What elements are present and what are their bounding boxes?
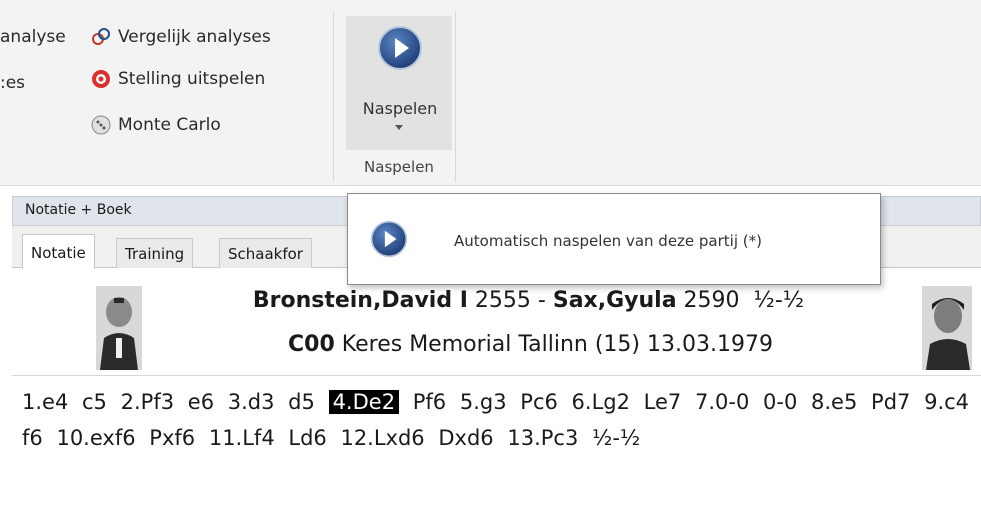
move-token[interactable]: Pf6	[413, 390, 446, 414]
game-result: ½-½	[753, 288, 805, 313]
naspelen-dropdown-tooltip: Automatisch naspelen van deze partij (*)	[347, 193, 881, 285]
black-player-elo: 2590	[683, 288, 740, 313]
game-header: Bronstein,David I 2555 - Sax,Gyula 2590 …	[12, 280, 981, 376]
tooltip-text: Automatisch naspelen van deze partij (*)	[454, 232, 762, 250]
ribbon-group-label: Naspelen	[364, 158, 434, 176]
compare-icon	[92, 28, 110, 45]
move-list: 1.e4 c5 2.Pf3 e6 3.d3 d5 4.De2 Pf6 5.g3 …	[22, 384, 977, 456]
move-token[interactable]: f6	[22, 426, 43, 450]
move-token[interactable]: 1.e4	[22, 390, 68, 414]
play-out-position-button[interactable]: Stelling uitspelen	[90, 64, 265, 94]
dice-icon	[91, 115, 111, 135]
move-token[interactable]: 13.Pc3	[507, 426, 578, 450]
move-token[interactable]: Dxd6	[438, 426, 493, 450]
move-token[interactable]: 2.Pf3	[121, 390, 174, 414]
analyse-item[interactable]: analyse	[0, 22, 66, 52]
tab-notatie[interactable]: Notatie	[22, 234, 95, 269]
move-token[interactable]: ½-½	[592, 426, 640, 450]
play-icon	[378, 26, 422, 70]
tab-training[interactable]: Training	[116, 238, 194, 268]
move-token[interactable]: 10.exf6	[56, 426, 135, 450]
move-token[interactable]: 6.Lg2	[572, 390, 630, 414]
move-token[interactable]: 11.Lf4	[209, 426, 275, 450]
naspelen-dropdown-button[interactable]: Naspelen	[346, 16, 452, 150]
move-token[interactable]: c5	[82, 390, 107, 414]
play-out-position-label: Stelling uitspelen	[118, 69, 266, 89]
naspelen-button-label: Naspelen	[362, 99, 438, 118]
move-token[interactable]: 3.d3	[228, 390, 275, 414]
move-token[interactable]: 9.c4	[924, 390, 969, 414]
play-icon	[370, 220, 408, 258]
move-token[interactable]: Pd7	[871, 390, 910, 414]
move-token[interactable]: 0-0	[763, 390, 797, 414]
white-player-elo: 2555	[474, 288, 531, 313]
black-player-name: Sax,Gyula	[552, 288, 677, 313]
target-play-icon	[92, 70, 110, 88]
ribbon-item-partial-label: :es	[0, 73, 26, 93]
compare-analyses-button[interactable]: Vergelijk analyses	[90, 22, 271, 52]
move-token[interactable]: d5	[288, 390, 315, 414]
white-player-name: Bronstein,David I	[252, 288, 468, 313]
move-token[interactable]: Pc6	[520, 390, 558, 414]
move-token[interactable]: 5.g3	[460, 390, 507, 414]
ribbon-group-divider	[333, 12, 334, 182]
current-move[interactable]: 4.De2	[328, 390, 400, 414]
monte-carlo-label: Monte Carlo	[118, 115, 221, 135]
ribbon-item-partial[interactable]: :es	[0, 68, 25, 98]
analyse-label: analyse	[0, 27, 66, 47]
monte-carlo-button[interactable]: Monte Carlo	[90, 110, 221, 140]
ribbon-group-divider-right	[455, 12, 456, 182]
move-token[interactable]: 7.0-0	[695, 390, 749, 414]
move-token[interactable]: e6	[188, 390, 214, 414]
move-token[interactable]: 8.e5	[811, 390, 857, 414]
event-info: Keres Memorial Tallinn (15) 13.03.1979	[341, 332, 773, 357]
chevron-down-icon	[395, 125, 403, 130]
black-player-photo	[922, 286, 972, 370]
ribbon: analyse :es Vergelijk analyses Stelling …	[0, 0, 981, 186]
eco-code: C00	[288, 332, 335, 357]
move-token[interactable]: Pxf6	[149, 426, 195, 450]
players-separator: -	[530, 288, 553, 313]
move-token[interactable]: 12.Lxd6	[340, 426, 424, 450]
tab-schaakfor[interactable]: Schaakfor	[219, 238, 312, 268]
move-token[interactable]: Le7	[644, 390, 682, 414]
move-token[interactable]: Ld6	[288, 426, 326, 450]
compare-analyses-label: Vergelijk analyses	[118, 27, 271, 47]
players-line: Bronstein,David I 2555 - Sax,Gyula 2590 …	[12, 288, 981, 313]
event-line: C00 Keres Memorial Tallinn (15) 13.03.19…	[12, 332, 981, 357]
